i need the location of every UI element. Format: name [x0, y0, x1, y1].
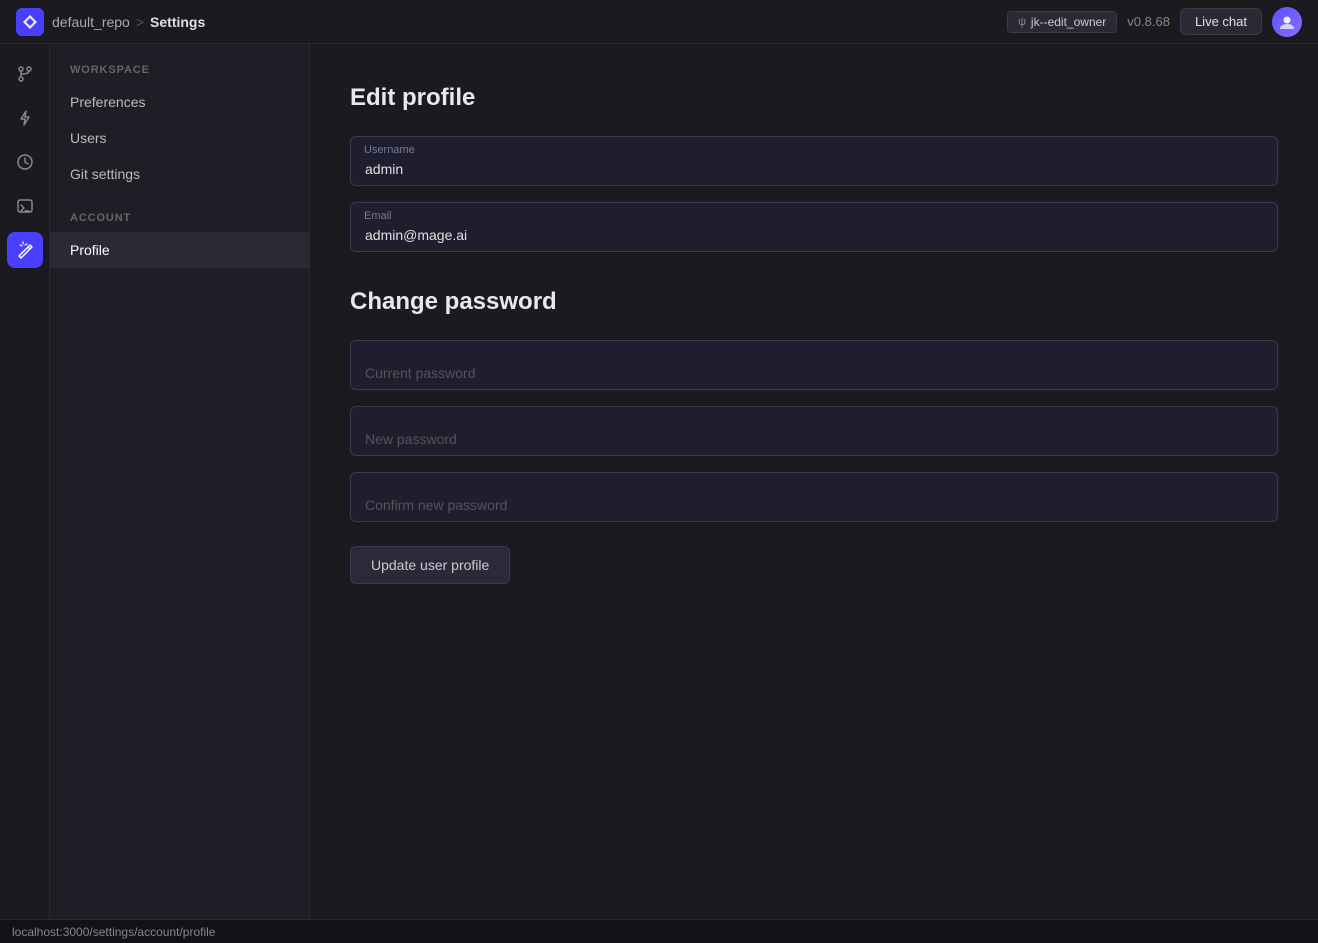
icon-sidebar [0, 44, 50, 919]
branch-badge[interactable]: ψ jk--edit_owner [1007, 11, 1117, 33]
branch-label: jk--edit_owner [1031, 15, 1106, 29]
nav-sidebar: WORKSPACE Preferences Users Git settings… [50, 44, 310, 919]
email-input[interactable] [350, 202, 1278, 252]
edit-profile-title: Edit profile [350, 84, 1278, 112]
status-url: localhost:3000/settings/account/profile [12, 925, 215, 939]
confirm-password-group [350, 472, 1278, 522]
current-password-input[interactable] [350, 340, 1278, 390]
topbar-left: default_repo > Settings [16, 8, 205, 36]
account-section-label: ACCOUNT [50, 212, 309, 232]
nav-item-git-settings[interactable]: Git settings [50, 156, 309, 192]
current-password-group [350, 340, 1278, 390]
change-password-title: Change password [350, 288, 1278, 316]
status-bar: localhost:3000/settings/account/profile [0, 919, 1318, 943]
page-title: Settings [150, 14, 205, 30]
topbar: default_repo > Settings ψ jk--edit_owner… [0, 0, 1318, 44]
git-icon-btn[interactable] [7, 56, 43, 92]
nav-item-profile[interactable]: Profile [50, 232, 309, 268]
wand-icon-btn[interactable] [7, 232, 43, 268]
username-field-group: Username [350, 136, 1278, 186]
nav-item-users[interactable]: Users [50, 120, 309, 156]
branch-icon: ψ [1018, 16, 1026, 28]
logo[interactable] [16, 8, 44, 36]
username-input[interactable] [350, 136, 1278, 186]
email-field-group: Email [350, 202, 1278, 252]
avatar[interactable] [1272, 7, 1302, 37]
nav-item-preferences[interactable]: Preferences [50, 84, 309, 120]
new-password-group [350, 406, 1278, 456]
topbar-right: ψ jk--edit_owner v0.8.68 Live chat [1007, 7, 1302, 37]
repo-name[interactable]: default_repo [52, 14, 130, 30]
workspace-section-label: WORKSPACE [50, 64, 309, 84]
version-label: v0.8.68 [1127, 14, 1170, 29]
terminal-icon-btn[interactable] [7, 188, 43, 224]
clock-icon-btn[interactable] [7, 144, 43, 180]
live-chat-button[interactable]: Live chat [1180, 8, 1262, 35]
update-user-profile-button[interactable]: Update user profile [350, 546, 510, 584]
lightning-icon-btn[interactable] [7, 100, 43, 136]
main-layout: WORKSPACE Preferences Users Git settings… [0, 44, 1318, 919]
breadcrumb: default_repo > Settings [52, 14, 205, 30]
breadcrumb-sep: > [136, 14, 144, 30]
content-area: Edit profile Username Email Change passw… [310, 44, 1318, 919]
confirm-password-input[interactable] [350, 472, 1278, 522]
new-password-input[interactable] [350, 406, 1278, 456]
